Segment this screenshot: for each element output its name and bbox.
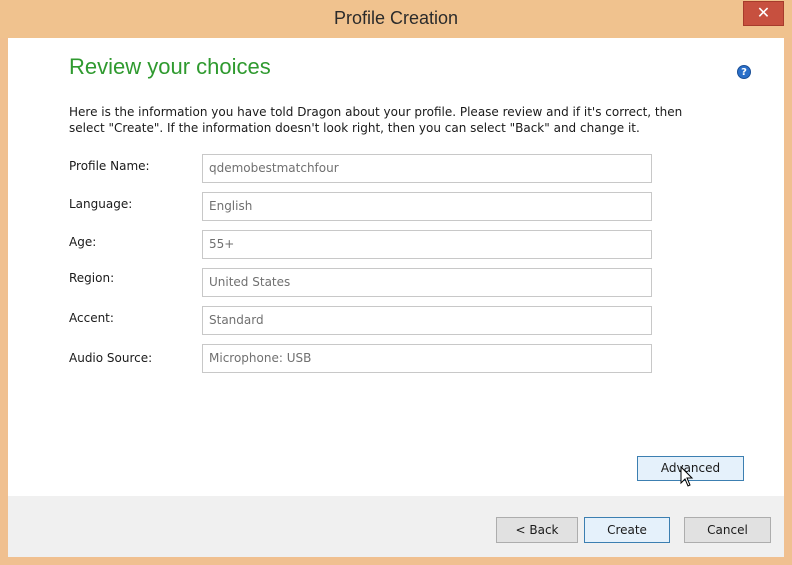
create-button[interactable]: Create: [584, 517, 670, 543]
language-label: Language:: [69, 197, 133, 211]
help-icon[interactable]: ?: [737, 65, 751, 79]
back-button[interactable]: < Back: [496, 517, 578, 543]
intro-line-1: Here is the information you have told Dr…: [69, 105, 683, 119]
title-bar[interactable]: Profile Creation ✕: [0, 0, 792, 38]
accent-label: Accent:: [69, 311, 114, 325]
language-field: English: [202, 192, 652, 221]
age-label: Age:: [69, 235, 97, 249]
intro-line-2: select "Create". If the information does…: [69, 121, 640, 135]
region-field: United States: [202, 268, 652, 297]
intro-text: Here is the information you have told Dr…: [69, 104, 709, 136]
close-button[interactable]: ✕: [743, 1, 784, 26]
cancel-button[interactable]: Cancel: [684, 517, 771, 543]
page-title: Review your choices: [69, 54, 271, 79]
profile-name-label: Profile Name:: [69, 159, 150, 173]
accent-field: Standard: [202, 306, 652, 335]
audio-source-label: Audio Source:: [69, 351, 153, 365]
region-label: Region:: [69, 271, 115, 285]
mouse-pointer-icon: [680, 466, 694, 487]
close-icon: ✕: [756, 3, 771, 22]
age-field: 55+: [202, 230, 652, 259]
audio-source-field: Microphone: USB: [202, 344, 652, 373]
profile-name-field: qdemobestmatchfour: [202, 154, 652, 183]
window-title: Profile Creation: [333, 8, 459, 28]
profile-creation-window: Profile Creation ✕ Review your choices ?…: [0, 0, 792, 565]
